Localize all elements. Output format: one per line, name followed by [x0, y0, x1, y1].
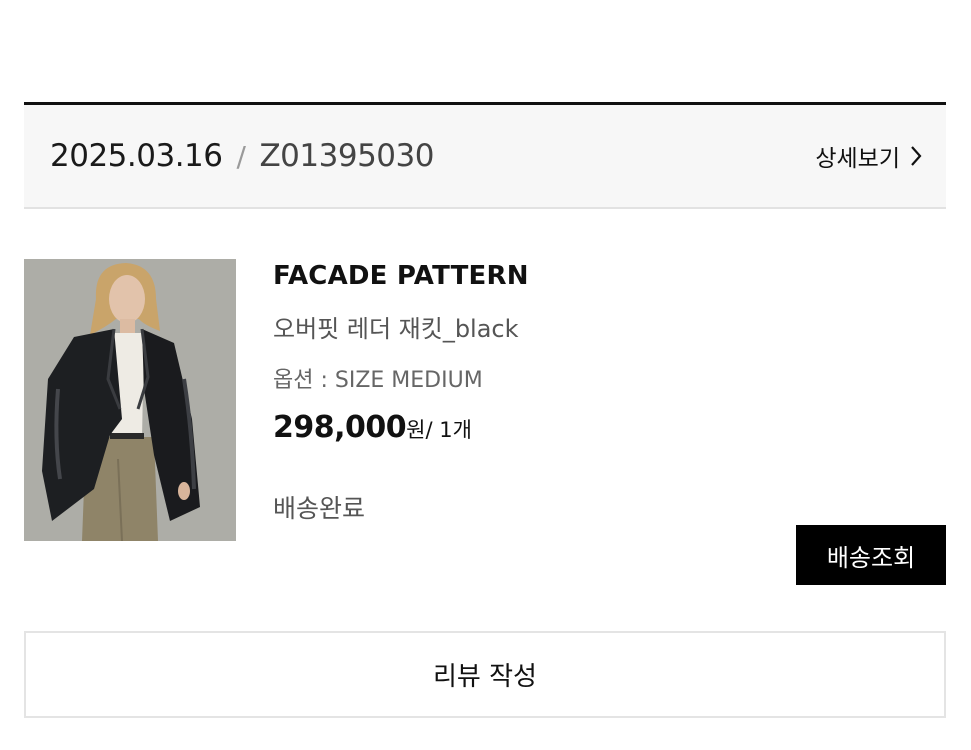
product-quantity: / 1개: [425, 418, 472, 442]
product-row: FACADE PATTERN 오버핏 레더 재킷_black 옵션 : SIZE…: [24, 209, 946, 633]
order-card: 2025.03.16 / Z01395030 상세보기 FACADE PATTE…: [24, 102, 946, 633]
price-line: 298,000원/ 1개: [273, 410, 529, 445]
product-brand[interactable]: FACADE PATTERN: [273, 261, 529, 291]
chevron-right-icon: [911, 146, 922, 166]
track-delivery-button[interactable]: 배송조회: [796, 525, 946, 585]
order-date: 2025.03.16: [50, 138, 223, 174]
product-info: FACADE PATTERN 오버핏 레더 재킷_black 옵션 : SIZE…: [273, 261, 529, 525]
product-photo-leather-jacket: [24, 259, 236, 541]
product-image[interactable]: [24, 259, 236, 541]
order-detail-label: 상세보기: [815, 146, 900, 172]
price-unit: 원: [406, 418, 426, 442]
order-separator: /: [236, 139, 246, 173]
product-name[interactable]: 오버핏 레더 재킷_black: [273, 309, 529, 344]
order-meta: 2025.03.16 / Z01395030: [50, 138, 434, 174]
delivery-status: 배송완료: [273, 494, 366, 523]
order-header: 2025.03.16 / Z01395030 상세보기: [24, 105, 946, 209]
order-detail-link[interactable]: 상세보기: [815, 139, 922, 173]
product-price: 298,000: [273, 410, 407, 445]
product-option: 옵션 : SIZE MEDIUM: [273, 368, 483, 393]
write-review-button[interactable]: 리뷰 작성: [24, 631, 946, 718]
order-number: Z01395030: [259, 138, 434, 174]
